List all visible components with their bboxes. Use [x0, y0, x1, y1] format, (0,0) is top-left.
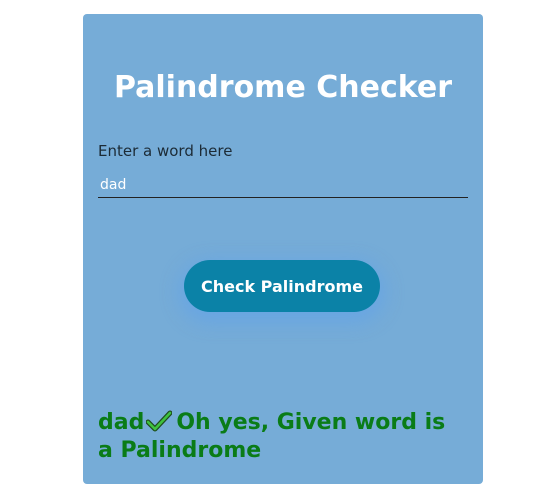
result-message: dad Oh yes, Given word is a Palindrome	[98, 409, 458, 465]
palindrome-card: Palindrome Checker Enter a word here Che…	[83, 14, 483, 484]
page-title: Palindrome Checker	[113, 70, 453, 105]
word-input-label: Enter a word here	[98, 142, 233, 160]
checkmark-icon	[145, 410, 173, 432]
result-word: dad	[98, 410, 145, 435]
check-palindrome-button[interactable]: Check Palindrome	[184, 260, 380, 312]
word-input[interactable]	[98, 172, 468, 198]
